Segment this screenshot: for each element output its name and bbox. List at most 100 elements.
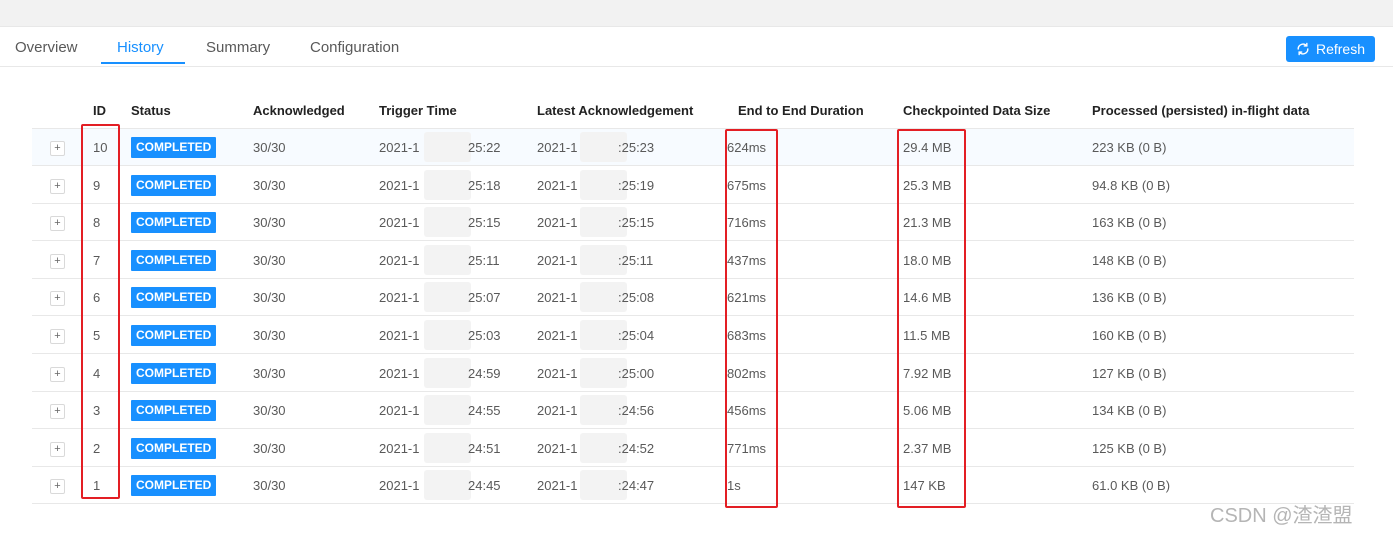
col-id[interactable]: ID: [93, 103, 106, 118]
cell-data-size: 2.37 MB: [903, 440, 952, 456]
redacted-block: [424, 169, 471, 200]
cell-inflight-data: 134 KB (0 B): [1092, 403, 1167, 419]
cell-duration: 771ms: [727, 440, 767, 456]
cell-trigger-suffix: 25:15: [468, 215, 501, 231]
cell-inflight-data: 61.0 KB (0 B): [1092, 478, 1171, 494]
redacted-block: [424, 432, 471, 463]
cell-inflight-data: 125 KB (0 B): [1092, 440, 1167, 456]
table-row[interactable]: +2 COMPLETED 30/30 2021-1 24:51 2021-1:24:52 7…: [32, 430, 1354, 467]
tab-overview[interactable]: Overview: [15, 39, 78, 56]
cell-trigger-suffix: 25:07: [468, 290, 501, 306]
top-bar: [0, 0, 1393, 27]
cell-data-size: 21.3 MB: [903, 215, 952, 231]
col-acknowledged[interactable]: Acknowledged: [253, 103, 345, 118]
redacted-block: [424, 207, 471, 238]
redacted-block: [424, 320, 471, 350]
cell-latest-prefix: 2021-1: [537, 140, 578, 155]
cell-trigger-prefix: 2021-1: [379, 365, 420, 381]
col-end-to-end-duration[interactable]: End to End Duration: [738, 103, 864, 118]
cell-trigger-prefix: 2021-1: [379, 328, 420, 343]
cell-inflight-data: 127 KB (0 B): [1092, 365, 1167, 381]
cell-id: 9: [93, 177, 101, 193]
refresh-button[interactable]: Refresh: [1286, 36, 1375, 62]
tab-history[interactable]: History: [117, 39, 164, 56]
cell-latest-prefix: 2021-1: [537, 252, 578, 268]
col-latest-acknowledgement[interactable]: Latest Acknowledgement: [537, 103, 693, 118]
cell-latest-prefix: 2021-1: [537, 215, 578, 231]
refresh-label: Refresh: [1315, 41, 1366, 57]
cell-trigger-suffix: 25:03: [468, 328, 501, 343]
cell-latest-suffix: :24:52: [618, 440, 655, 456]
cell-acknowledged: 30/30: [253, 140, 286, 155]
table-row[interactable]: +5 COMPLETED 30/30 2021-1 25:03 2021-1:25:04 6…: [32, 317, 1354, 354]
redacted-block: [424, 395, 471, 426]
status-badge: COMPLETED: [131, 400, 217, 422]
cell-latest-prefix: 2021-1: [537, 290, 578, 306]
tab-configuration[interactable]: Configuration: [310, 39, 399, 56]
col-processed-inflight-data[interactable]: Processed (persisted) in-flight data: [1092, 103, 1309, 118]
cell-trigger-prefix: 2021-1: [379, 440, 420, 456]
cell-latest-suffix: :24:47: [618, 478, 655, 494]
expand-row-button[interactable]: +: [50, 404, 65, 420]
cell-latest-suffix: :25:04: [618, 328, 655, 343]
expand-row-button[interactable]: +: [50, 291, 65, 307]
cell-data-size: 29.4 MB: [903, 140, 952, 155]
table-row[interactable]: +7 COMPLETED 30/30 2021-1 25:11 2021-1:25:11 4…: [32, 242, 1354, 279]
cell-trigger-prefix: 2021-1: [379, 215, 420, 231]
col-checkpointed-data-size[interactable]: Checkpointed Data Size: [903, 103, 1050, 118]
expand-row-button[interactable]: +: [50, 178, 65, 194]
cell-duration: 716ms: [727, 215, 767, 231]
tab-summary[interactable]: Summary: [206, 39, 270, 56]
cell-inflight-data: 148 KB (0 B): [1092, 252, 1167, 268]
table-row[interactable]: +3 COMPLETED 30/30 2021-1 24:55 2021-1:24:56 4…: [32, 392, 1354, 430]
table-row[interactable]: +4 COMPLETED 30/30 2021-1 24:59 2021-1:25:00 8…: [32, 355, 1354, 392]
expand-row-button[interactable]: +: [50, 329, 65, 344]
cell-duration: 675ms: [727, 177, 767, 193]
redacted-block: [424, 132, 471, 162]
cell-trigger-prefix: 2021-1: [379, 252, 420, 268]
refresh-icon: [1297, 42, 1309, 56]
expand-row-button[interactable]: +: [50, 479, 65, 495]
cell-latest-suffix: :25:15: [618, 215, 655, 231]
cell-id: 1: [93, 478, 101, 494]
cell-data-size: 11.5 MB: [903, 328, 951, 343]
table-row[interactable]: +6 COMPLETED 30/30 2021-1 25:07 2021-1:25:08 6…: [32, 279, 1354, 317]
status-badge: COMPLETED: [131, 287, 217, 309]
cell-duration: 621ms: [727, 290, 767, 306]
col-status[interactable]: Status: [131, 103, 171, 118]
redacted-block: [424, 282, 471, 313]
cell-trigger-suffix: 24:55: [468, 403, 501, 419]
cell-data-size: 147 KB: [903, 478, 946, 494]
cell-inflight-data: 163 KB (0 B): [1092, 215, 1167, 231]
cell-trigger-prefix: 2021-1: [379, 290, 420, 306]
cell-trigger-prefix: 2021-1: [379, 140, 420, 155]
expand-row-button[interactable]: +: [50, 141, 65, 156]
table-row[interactable]: +10 COMPLETED 30/30 2021-1 25:22 2021-1:25:23…: [32, 129, 1354, 166]
cell-acknowledged: 30/30: [253, 290, 286, 306]
cell-trigger-prefix: 2021-1: [379, 478, 420, 494]
col-trigger-time[interactable]: Trigger Time: [379, 103, 457, 118]
cell-id: 4: [93, 365, 101, 381]
cell-latest-prefix: 2021-1: [537, 328, 578, 343]
cell-trigger-suffix: 24:51: [468, 440, 501, 456]
expand-row-button[interactable]: +: [50, 366, 65, 382]
expand-row-button[interactable]: +: [50, 216, 65, 232]
cell-latest-prefix: 2021-1: [537, 440, 578, 456]
table-row[interactable]: +8 COMPLETED 30/30 2021-1 25:15 2021-1:25:15 7…: [32, 204, 1354, 242]
cell-latest-suffix: :25:19: [618, 177, 655, 193]
cell-trigger-suffix: 25:22: [468, 140, 501, 155]
cell-latest-prefix: 2021-1: [537, 478, 578, 494]
status-badge: COMPLETED: [131, 174, 217, 196]
watermark: CSDN @渣渣盟: [1210, 505, 1353, 527]
redacted-block: [424, 244, 471, 275]
redacted-block: [424, 470, 471, 501]
cell-trigger-suffix: 25:11: [468, 252, 500, 268]
table-row[interactable]: +1 COMPLETED 30/30 2021-1 24:45 2021-1:24:47 1…: [32, 467, 1354, 505]
cell-duration: 802ms: [727, 365, 767, 381]
expand-row-button[interactable]: +: [50, 441, 65, 457]
cell-acknowledged: 30/30: [253, 365, 286, 381]
expand-row-button[interactable]: +: [50, 253, 65, 269]
cell-id: 10: [93, 140, 108, 155]
table-row[interactable]: +9 COMPLETED 30/30 2021-1 25:18 2021-1:25:19 6…: [32, 167, 1354, 204]
status-badge: COMPLETED: [131, 437, 217, 459]
